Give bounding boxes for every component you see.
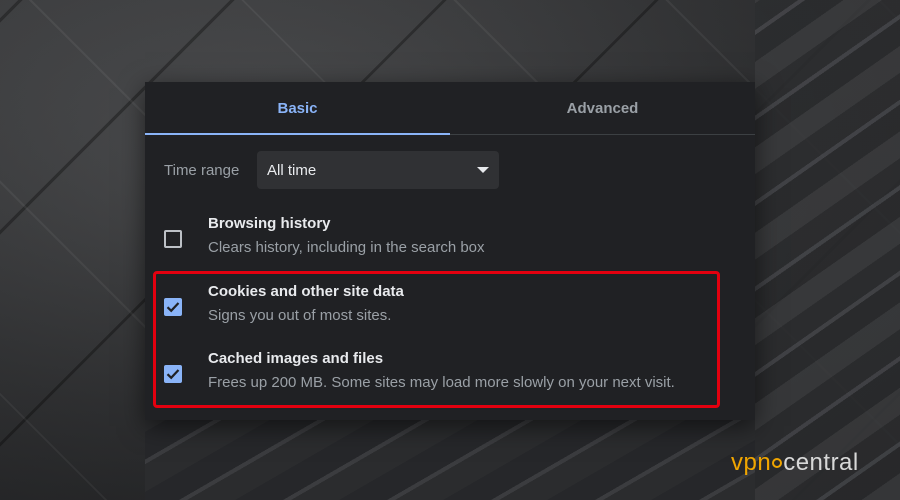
tab-bar: Basic Advanced xyxy=(145,82,755,135)
browsing-history-description: Clears history, including in the search … xyxy=(208,239,485,256)
tab-advanced[interactable]: Advanced xyxy=(450,82,755,134)
time-range-value: All time xyxy=(267,161,317,179)
background-stripes-bottom xyxy=(145,420,755,500)
option-browsing-history[interactable]: Browsing history Clears history, includi… xyxy=(145,212,755,268)
red-highlight-box xyxy=(153,271,720,408)
caret-down-icon xyxy=(477,167,489,173)
vpncentral-logo: vpn central xyxy=(731,449,859,477)
tab-advanced-label: Advanced xyxy=(566,99,639,117)
browsing-history-checkbox[interactable] xyxy=(164,230,182,248)
time-range-label: Time range xyxy=(164,161,240,179)
logo-central-text: central xyxy=(783,449,859,476)
browsing-history-title: Browsing history xyxy=(208,215,331,232)
tab-basic-label: Basic xyxy=(277,99,318,117)
time-range-row: Time range All time xyxy=(164,151,755,189)
time-range-select[interactable]: All time xyxy=(257,151,499,189)
tab-basic[interactable]: Basic xyxy=(145,82,450,135)
background-stripes-right xyxy=(755,0,900,500)
logo-dot-icon xyxy=(772,457,783,468)
logo-vpn-text: vpn xyxy=(731,449,772,476)
